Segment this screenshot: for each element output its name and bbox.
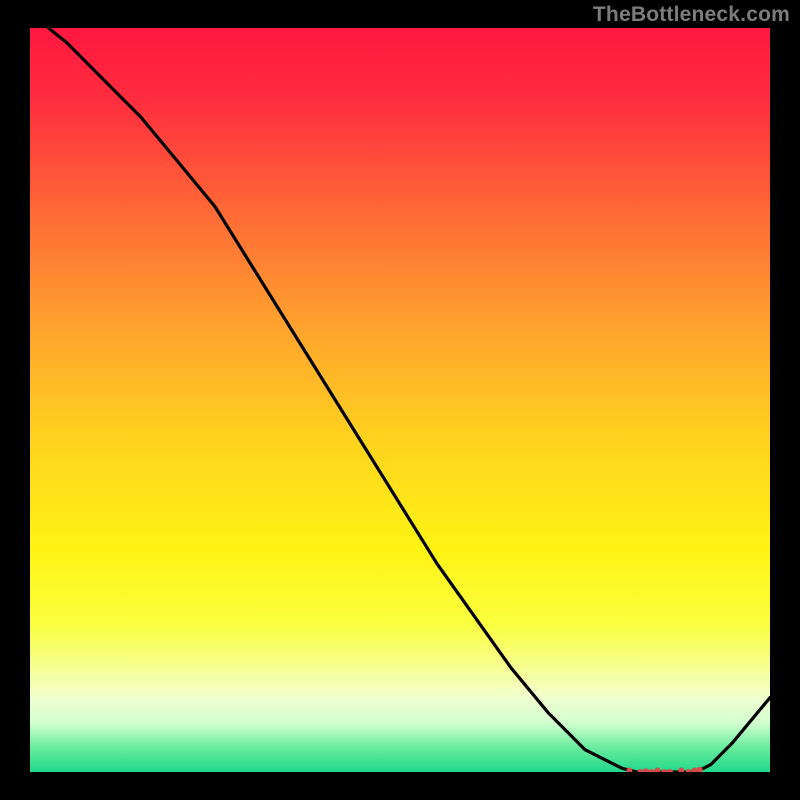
chart-svg — [30, 28, 770, 772]
gradient-background — [30, 28, 770, 772]
watermark-text: TheBottleneck.com — [593, 3, 790, 27]
chart-frame: TheBottleneck.com — [0, 0, 800, 800]
plot-area — [30, 28, 770, 772]
